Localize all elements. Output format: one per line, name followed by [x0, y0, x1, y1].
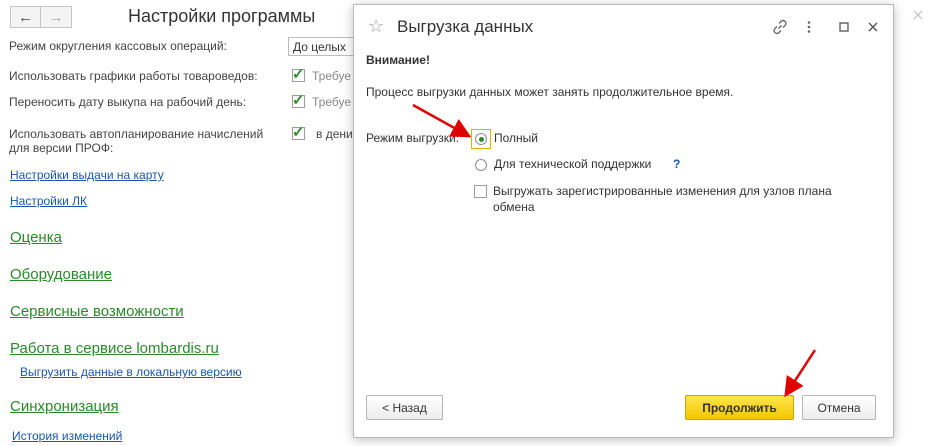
close-icon[interactable] [867, 21, 879, 33]
dialog-title: Выгрузка данных [397, 17, 534, 36]
export-mode-label: Режим выгрузки: [366, 131, 460, 145]
autoplan-label-line1: Использовать автопланирование начислений [9, 127, 264, 141]
schedules-checkbox[interactable]: ✓ [292, 66, 305, 83]
export-dialog: ☆ Выгрузка данных Внимание! Процесс выгр… [353, 4, 894, 438]
transfer-checkbox[interactable]: ✓ [292, 92, 305, 109]
forward-arrow-button[interactable]: → [41, 6, 72, 28]
cancel-button[interactable]: Отмена [802, 395, 876, 420]
help-icon[interactable]: ? [673, 157, 680, 171]
navigation-buttons: ← → [10, 6, 72, 28]
window-close-icon[interactable] [912, 9, 924, 21]
star-icon[interactable]: ☆ [368, 16, 384, 37]
warning-message: Процесс выгрузки данных может занять про… [366, 85, 734, 99]
back-arrow-button[interactable]: ← [10, 6, 41, 28]
continue-button[interactable]: Продолжить [685, 395, 794, 420]
autoplan-value: в дени [316, 127, 353, 141]
checkmark-icon: ✓ [292, 66, 305, 83]
radio-support[interactable] [473, 157, 489, 173]
link-icon[interactable] [772, 19, 788, 35]
card-settings-link[interactable]: Настройки выдачи на карту [10, 168, 164, 182]
warning-heading: Внимание! [366, 53, 430, 67]
section-service[interactable]: Сервисные возможности [10, 303, 184, 320]
more-icon[interactable] [802, 20, 816, 34]
autoplan-checkbox[interactable]: ✓ [292, 124, 305, 141]
section-lombardis[interactable]: Работа в сервисе lombardis.ru [10, 340, 219, 357]
schedules-label: Использовать графики работы товароведов: [9, 69, 258, 83]
schedules-value: Требуе [312, 69, 352, 83]
page-title: Настройки программы [128, 6, 316, 26]
export-local-link[interactable]: Выгрузить данные в локальную версию [20, 365, 242, 379]
checkmark-icon: ✓ [292, 124, 305, 141]
maximize-icon[interactable] [838, 21, 850, 33]
export-changes-checkbox[interactable] [474, 185, 487, 198]
radio-full[interactable] [471, 129, 491, 149]
autoplan-label-line2: для версии ПРОФ: [9, 141, 114, 155]
radio-full-indicator [475, 133, 487, 145]
history-link[interactable]: История изменений [12, 429, 122, 443]
rounding-label: Режим округления кассовых операций: [9, 39, 227, 53]
radio-support-label[interactable]: Для технической поддержки [494, 157, 651, 171]
lk-settings-link[interactable]: Настройки ЛК [10, 194, 87, 208]
radio-support-indicator [475, 159, 487, 171]
transfer-label: Переносить дату выкупа на рабочий день: [9, 95, 247, 109]
radio-full-label[interactable]: Полный [494, 131, 538, 145]
section-sync[interactable]: Синхронизация [10, 398, 119, 415]
checkmark-icon: ✓ [292, 92, 305, 109]
back-button[interactable]: < Назад [366, 395, 443, 420]
transfer-value: Требуе [312, 95, 352, 109]
export-changes-label[interactable]: Выгружать зарегистрированные изменения д… [493, 183, 873, 215]
rounding-select[interactable]: До целых [288, 37, 358, 56]
section-equipment[interactable]: Оборудование [10, 266, 112, 283]
section-valuation[interactable]: Оценка [10, 229, 62, 246]
